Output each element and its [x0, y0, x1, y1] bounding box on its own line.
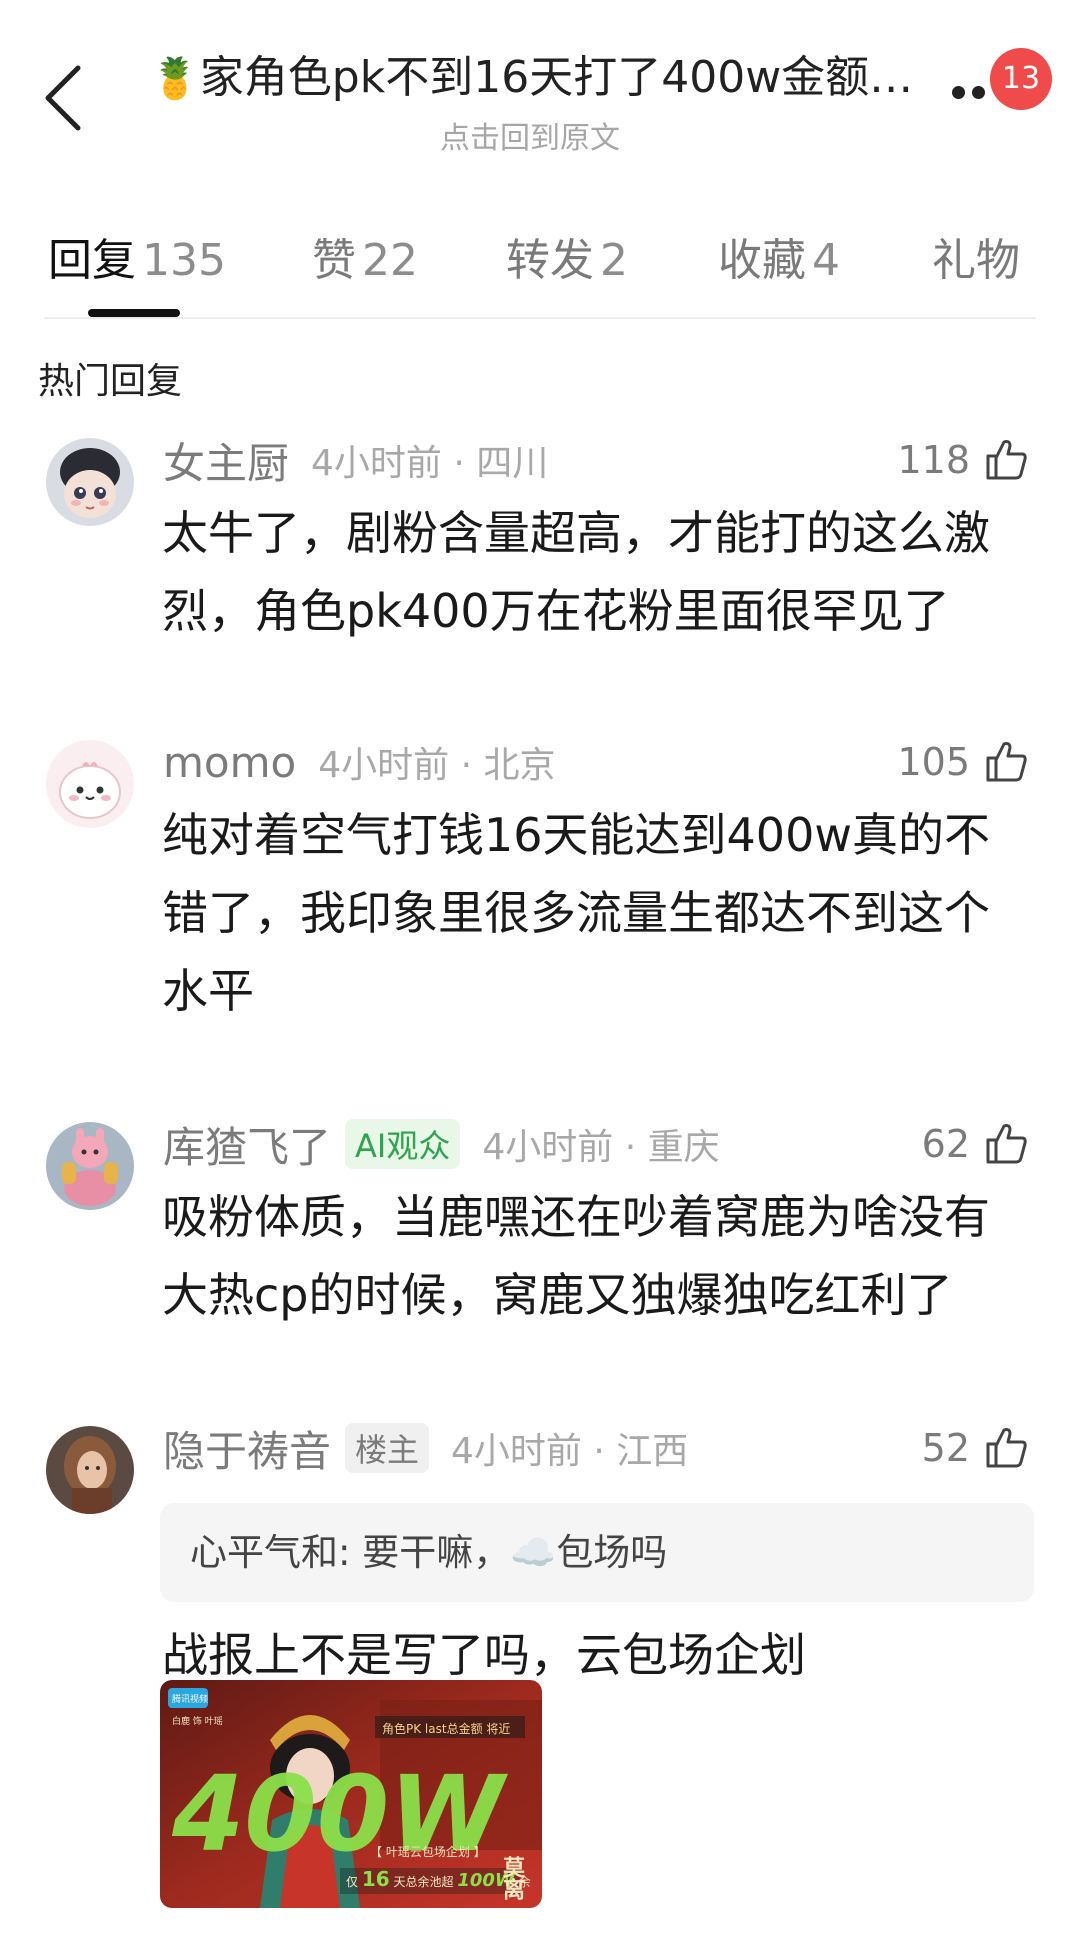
- thumbs-up-icon: [986, 742, 1027, 782]
- post-title-text: 家角色pk不到16天打了400w金额…: [199, 52, 910, 103]
- comment-header: momo 4小时前 · 北京: [163, 730, 555, 794]
- divider: [44, 317, 1036, 319]
- quoted-text: 要干嘛，: [362, 1531, 511, 1574]
- notification-badge[interactable]: 13: [990, 48, 1052, 110]
- like-button[interactable]: 118: [897, 430, 1030, 490]
- op-tag: 楼主: [345, 1423, 430, 1473]
- tab-gifts[interactable]: 礼物: [932, 224, 1020, 288]
- title-block[interactable]: 🍍家角色pk不到16天打了400w金额… 点击回到原文: [150, 48, 910, 157]
- like-count: 52: [921, 1426, 970, 1470]
- like-button[interactable]: 52: [922, 1418, 1030, 1478]
- attached-image[interactable]: 400W 角色PK last总金额 将近 【 叶瑶云包场企划 】 仅 16 天总…: [160, 1680, 542, 1908]
- username[interactable]: 女主厨: [163, 430, 289, 491]
- video-logo: 腾讯视频: [172, 1693, 208, 1705]
- active-tab-indicator: [88, 309, 180, 317]
- tab-bar: 回复 135 赞 22 转发 2 收藏 4 礼物: [0, 210, 1080, 320]
- quoted-username[interactable]: 心平气和: [190, 1531, 338, 1574]
- like-count: 105: [897, 740, 970, 784]
- image-cast-text: 白鹿 饰 叶瑶: [172, 1715, 223, 1727]
- tab-reposts[interactable]: 转发 2: [506, 224, 628, 288]
- back-arrow-icon[interactable]: [40, 62, 88, 134]
- section-title: 热门回复: [38, 361, 183, 402]
- comment-header: 隐于祷音 楼主 4小时前 · 江西: [163, 1416, 688, 1480]
- tab-favorites[interactable]: 收藏 4: [718, 224, 840, 288]
- tab-likes[interactable]: 赞 22: [312, 224, 418, 288]
- comment-text: 太牛了，剧粉含量超高，才能打的这么激 烈，角色pk400万在花粉里面很罕见了: [162, 506, 990, 638]
- comment-header: 女主厨 4小时前 · 四川: [163, 428, 548, 492]
- username[interactable]: 隐于祷音: [163, 1418, 331, 1479]
- pineapple-icon: 🍍: [150, 56, 200, 102]
- thumbs-up-icon: [986, 1428, 1027, 1468]
- comment-meta: 4小时前 · 重庆: [482, 1127, 720, 1168]
- thumbs-up-icon: [986, 1124, 1027, 1164]
- avatar[interactable]: [46, 1426, 134, 1514]
- image-banner: 角色PK last总金额 将近: [382, 1721, 510, 1736]
- comment-meta: 4小时前 · 北京: [318, 745, 556, 786]
- like-count: 118: [897, 438, 970, 482]
- back-to-original-link[interactable]: 点击回到原文: [150, 113, 910, 157]
- comment-meta: 4小时前 · 四川: [311, 443, 549, 484]
- quoted-reply[interactable]: 心平气和: 要干嘛，☁️包场吗: [160, 1503, 1034, 1602]
- avatar[interactable]: [46, 1122, 134, 1210]
- image-sub-banner: 【 叶瑶云包场企划 】: [370, 1844, 486, 1859]
- cloud-emoji-icon: ☁️: [510, 1531, 557, 1574]
- post-title[interactable]: 🍍家角色pk不到16天打了400w金额…: [150, 48, 910, 109]
- like-button[interactable]: 62: [922, 1114, 1030, 1174]
- comment-header: 库猹飞了 AI观众 4小时前 · 重庆: [163, 1112, 720, 1176]
- like-count: 62: [921, 1122, 970, 1166]
- username[interactable]: momo: [163, 738, 296, 787]
- comment-text: 吸粉体质，当鹿嘿还在吵着窝鹿为啥没有 大热cp的时候，窝鹿又独爆独吃红利了: [162, 1190, 990, 1322]
- comment-text: 纯对着空气打钱16天能达到400w真的不 错了，我印象里很多流量生都达不到这个 …: [162, 808, 990, 1018]
- top-bar: 🍍家角色pk不到16天打了400w金额… 点击回到原文 13: [0, 0, 1080, 200]
- avatar[interactable]: [46, 438, 134, 526]
- tab-replies[interactable]: 回复 135: [48, 224, 226, 288]
- avatar[interactable]: [46, 740, 134, 828]
- image-side-text: 莫离: [499, 1856, 525, 1900]
- username[interactable]: 库猹飞了: [163, 1114, 331, 1175]
- ai-audience-tag: AI观众: [345, 1119, 461, 1169]
- thumbs-up-icon: [986, 440, 1027, 480]
- comment-meta: 4小时前 · 江西: [451, 1431, 689, 1472]
- like-button[interactable]: 105: [897, 732, 1030, 792]
